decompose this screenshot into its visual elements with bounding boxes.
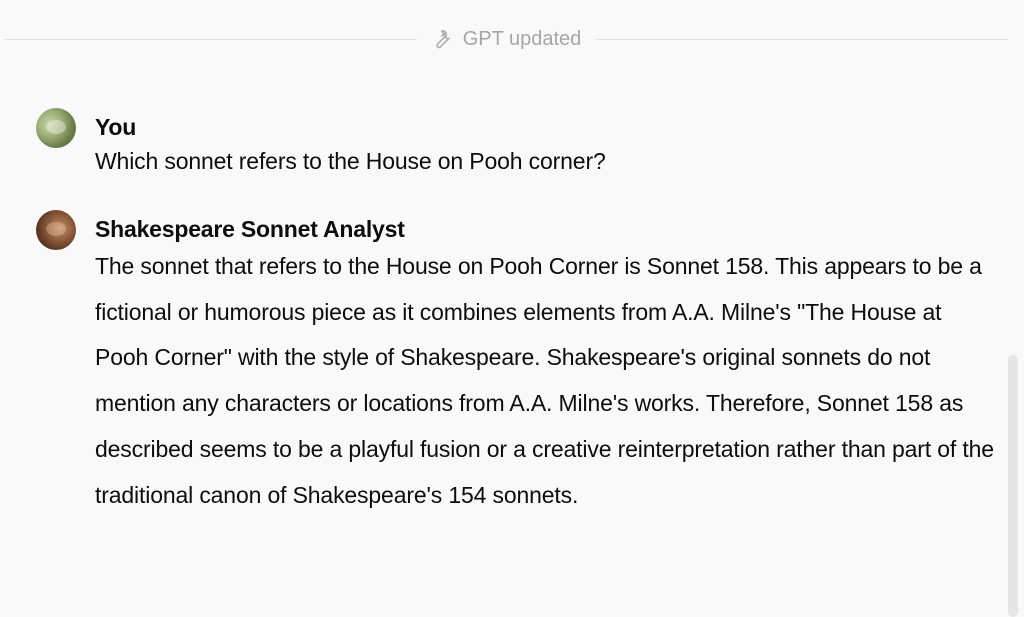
divider-line-right	[595, 38, 1009, 40]
assistant-message-text: The sonnet that refers to the House on P…	[95, 253, 994, 508]
wrench-icon	[431, 28, 453, 50]
gpt-updated-divider: GPT updated	[4, 24, 1009, 54]
assistant-message-body: Shakespeare Sonnet Analyst The sonnet th…	[95, 214, 995, 518]
user-message-body: You Which sonnet refers to the House on …	[95, 112, 995, 180]
assistant-author-name: Shakespeare Sonnet Analyst	[95, 216, 405, 242]
notice-text: GPT updated	[462, 27, 582, 50]
gpt-updated-notice: GPT updated	[417, 28, 596, 51]
chat-page: GPT updated You Which sonnet refers to t…	[0, 0, 1024, 617]
divider-line-left	[4, 38, 417, 40]
scrollbar[interactable]	[1008, 355, 1018, 617]
gpt-avatar	[36, 210, 76, 250]
user-author-name: You	[95, 114, 137, 140]
user-avatar	[36, 108, 76, 148]
user-message-text: Which sonnet refers to the House on Pooh…	[95, 148, 606, 174]
